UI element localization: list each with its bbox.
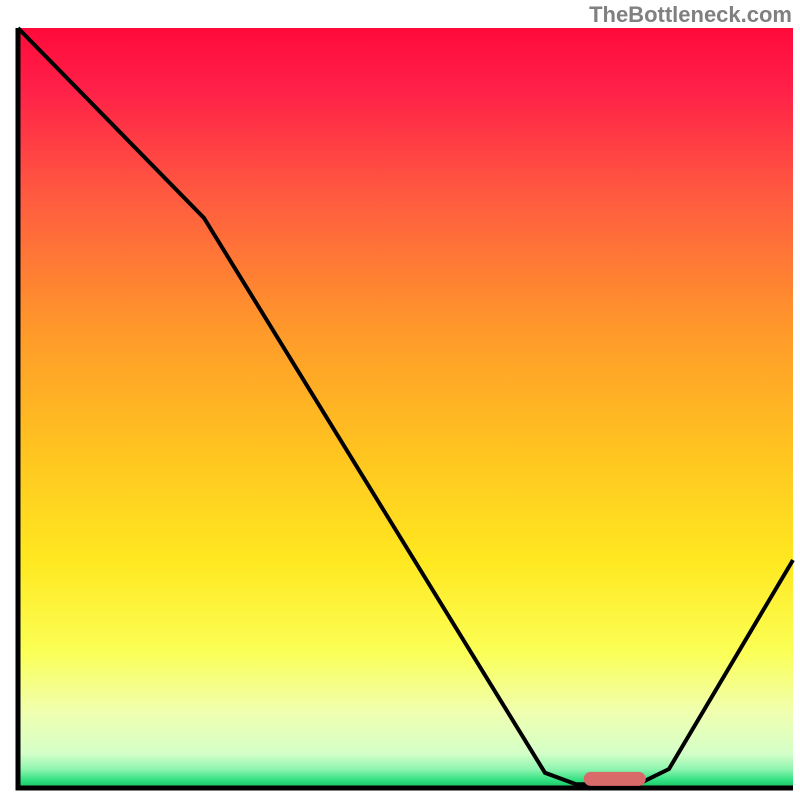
watermark-text: TheBottleneck.com bbox=[589, 2, 792, 28]
bottleneck-curve-chart bbox=[0, 0, 800, 800]
gradient-background bbox=[18, 28, 793, 788]
optimal-marker bbox=[584, 772, 646, 786]
chart-container: TheBottleneck.com bbox=[0, 0, 800, 800]
